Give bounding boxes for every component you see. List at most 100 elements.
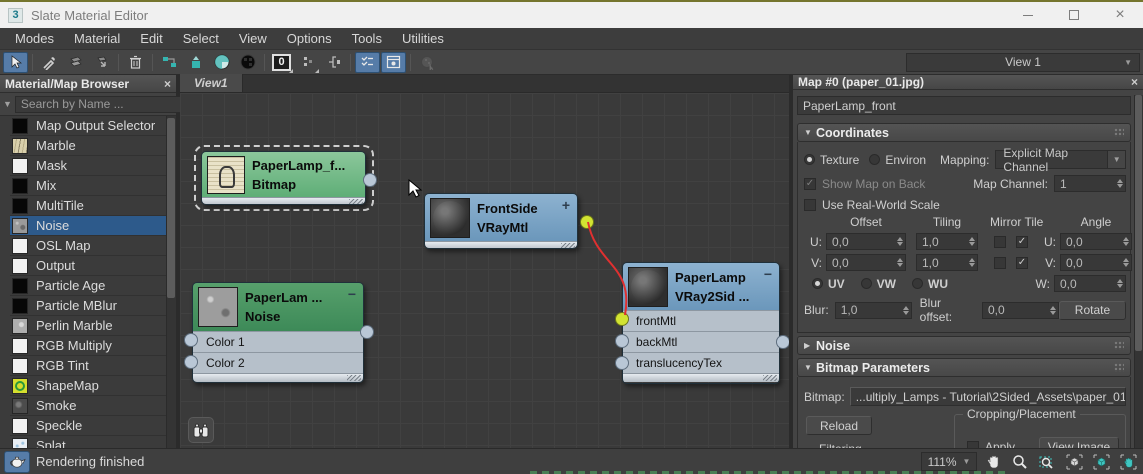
pick-material-button[interactable] — [37, 52, 62, 73]
collapse-icon[interactable]: − — [764, 267, 774, 306]
list-item[interactable]: Mask — [10, 156, 176, 176]
put-to-library-button[interactable] — [89, 52, 114, 73]
noise-rollout-header[interactable]: ▶ Noise — [797, 336, 1131, 355]
v-angle-field[interactable]: 0,0 — [1060, 254, 1132, 271]
bitmap-path-button[interactable]: ...ultiply_Lamps - Tutorial\2Sided_Asset… — [850, 387, 1126, 406]
uv-radio[interactable] — [812, 278, 823, 289]
spinner-arrows[interactable] — [900, 306, 909, 315]
list-item-selected[interactable]: Noise — [10, 216, 176, 236]
slot-translucencytex[interactable]: translucencyTex — [623, 352, 779, 373]
w-angle-field[interactable]: 0,0 — [1054, 275, 1126, 292]
spinner-arrows[interactable] — [1114, 179, 1123, 188]
spinner-arrows[interactable] — [966, 237, 975, 246]
spinner-arrows[interactable] — [1047, 306, 1056, 315]
spinner-arrows[interactable] — [966, 258, 975, 267]
minimize-button[interactable] — [1005, 2, 1051, 28]
node-footer[interactable] — [202, 197, 365, 205]
reload-button[interactable]: Reload — [806, 416, 872, 435]
coordinates-rollout-header[interactable]: ▼ Coordinates — [797, 123, 1131, 142]
list-item[interactable]: MultiTile — [10, 196, 176, 216]
menu-tools[interactable]: Tools — [343, 29, 391, 48]
assign-material-button[interactable] — [63, 52, 88, 73]
blur-field[interactable]: 1,0 — [835, 302, 912, 319]
zoom-extents-button[interactable] — [1063, 452, 1085, 472]
render-status-button[interactable] — [4, 451, 30, 473]
slot-frontmtl[interactable]: frontMtl — [623, 310, 779, 331]
list-item[interactable]: RGB Tint — [10, 356, 176, 376]
wu-radio[interactable] — [912, 278, 923, 289]
menu-view[interactable]: View — [230, 29, 276, 48]
delete-selected-button[interactable] — [123, 52, 148, 73]
spinner-arrows[interactable] — [894, 237, 903, 246]
v-mirror-checkbox[interactable] — [994, 257, 1006, 269]
pan-tool-button[interactable] — [982, 452, 1004, 472]
zoom-extents-selected-button[interactable] — [1090, 452, 1112, 472]
spinner-arrows[interactable] — [1120, 237, 1129, 246]
menu-modes[interactable]: Modes — [6, 29, 63, 48]
spinner-arrows[interactable] — [1114, 279, 1123, 288]
show-shaded-material-button[interactable]: 0 — [269, 52, 294, 73]
close-button[interactable]: × — [1097, 2, 1143, 28]
v-tile-checkbox[interactable] — [1016, 257, 1028, 269]
u-tile-checkbox[interactable] — [1016, 236, 1028, 248]
vray2sided-backmtl-input-socket[interactable] — [615, 334, 629, 348]
list-item[interactable]: Particle MBlur — [10, 296, 176, 316]
list-item[interactable]: Marble — [10, 136, 176, 156]
frontside-output-socket[interactable] — [580, 215, 594, 229]
list-item[interactable]: Output — [10, 256, 176, 276]
vray2sided-frontmtl-input-socket[interactable] — [615, 312, 629, 326]
collapse-icon[interactable]: − — [348, 287, 358, 327]
browser-scrollbar[interactable] — [166, 116, 176, 448]
view-selector-dropdown[interactable]: View 1 ▼ — [906, 53, 1140, 72]
list-item[interactable]: RGB Multiply — [10, 336, 176, 356]
material-map-browser-toggle[interactable] — [355, 52, 380, 73]
mapping-dropdown[interactable]: Explicit Map Channel ▼ — [995, 150, 1126, 169]
select-by-material-button[interactable] — [415, 52, 440, 73]
spinner-arrows[interactable] — [894, 258, 903, 267]
menu-material[interactable]: Material — [65, 29, 129, 48]
use-real-world-scale-checkbox[interactable] — [804, 199, 816, 211]
list-item[interactable]: Perlin Marble — [10, 316, 176, 336]
layout-all-button[interactable] — [321, 52, 346, 73]
browser-close-icon[interactable]: × — [164, 78, 171, 90]
node-footer[interactable] — [623, 373, 779, 382]
slot-backmtl[interactable]: backMtl — [623, 331, 779, 352]
menu-select[interactable]: Select — [174, 29, 228, 48]
hide-unused-nodeslots-button[interactable] — [183, 52, 208, 73]
vw-radio[interactable] — [861, 278, 872, 289]
menu-utilities[interactable]: Utilities — [393, 29, 453, 48]
noise-color2-input-socket[interactable] — [184, 355, 198, 369]
u-mirror-checkbox[interactable] — [994, 236, 1006, 248]
noise-output-socket[interactable] — [360, 325, 374, 339]
menu-edit[interactable]: Edit — [131, 29, 171, 48]
v-offset-field[interactable]: 0,0 — [826, 254, 906, 271]
zoom-region-tool-button[interactable] — [1036, 452, 1058, 472]
u-angle-field[interactable]: 0,0 — [1060, 233, 1132, 250]
blur-offset-field[interactable]: 0,0 — [982, 302, 1059, 319]
scrollbar-thumb[interactable] — [167, 118, 175, 298]
layout-children-button[interactable] — [295, 52, 320, 73]
noise-node[interactable]: PaperLam ... Noise − Color 1 Color 2 — [192, 282, 364, 383]
zoom-tool-button[interactable] — [1009, 452, 1031, 472]
move-children-button[interactable] — [157, 52, 182, 73]
list-item[interactable]: ShapeMap — [10, 376, 176, 396]
apply-checkbox[interactable] — [967, 441, 979, 449]
environ-radio[interactable] — [869, 154, 880, 165]
params-panel-header[interactable]: Map #0 (paper_01.jpg) × — [793, 75, 1143, 90]
list-item[interactable]: Map Output Selector — [10, 116, 176, 136]
rotate-button[interactable]: Rotate — [1059, 301, 1126, 320]
u-offset-field[interactable]: 0,0 — [826, 233, 906, 250]
noise-color1-input-socket[interactable] — [184, 333, 198, 347]
search-options-icon[interactable]: ▼ — [3, 99, 12, 109]
expand-icon[interactable]: + — [562, 198, 572, 237]
bitmap-node[interactable]: PaperLamp_f... Bitmap — [201, 151, 366, 205]
map-channel-field[interactable]: 1 — [1054, 175, 1126, 192]
list-item[interactable]: Splat — [10, 436, 176, 448]
vray2sided-node[interactable]: PaperLamp VRay2Sid ... − frontMtl backMt… — [622, 262, 780, 384]
u-tiling-field[interactable]: 1,0 — [916, 233, 978, 250]
show-background-button[interactable] — [209, 52, 234, 73]
tab-view1[interactable]: View1 — [180, 74, 243, 92]
list-item[interactable]: Smoke — [10, 396, 176, 416]
bitmap-output-socket[interactable] — [363, 173, 377, 187]
vray2sided-translucencytex-input-socket[interactable] — [615, 356, 629, 370]
